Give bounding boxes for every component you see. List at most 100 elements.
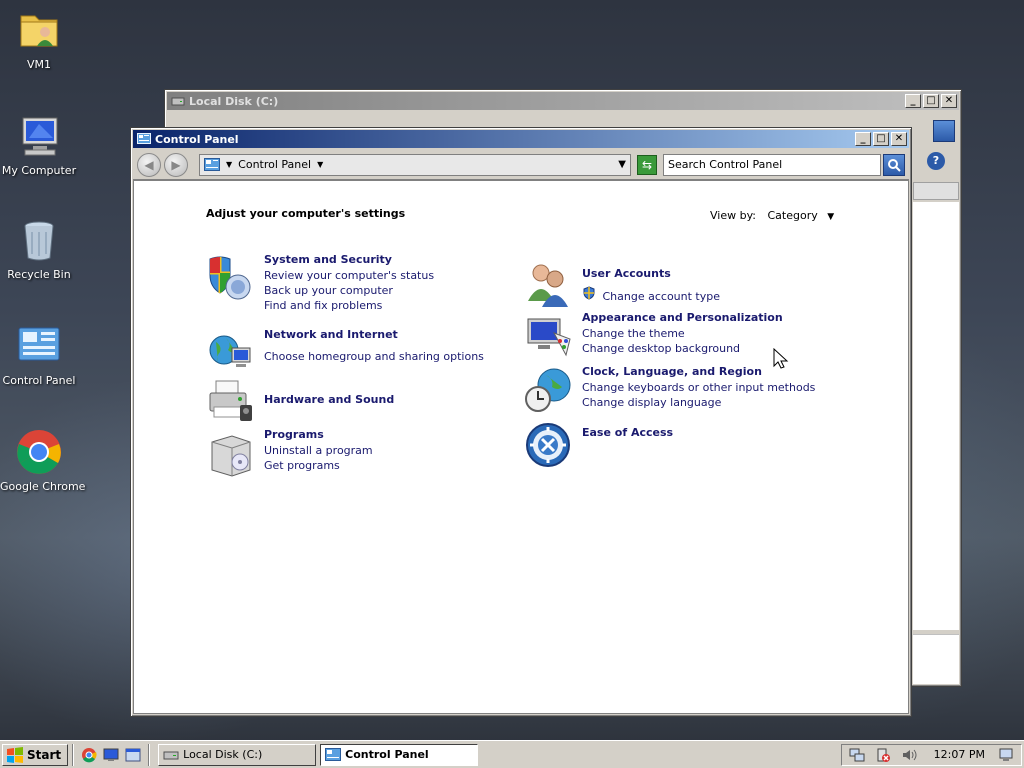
forward-button[interactable]: ▶ — [164, 152, 188, 177]
window-switcher-icon[interactable] — [122, 744, 144, 766]
globe-network-icon[interactable] — [206, 328, 256, 378]
control-panel-icon — [15, 322, 63, 370]
local-disk-titlebar[interactable]: Local Disk (C:) _ □ ✕ — [167, 92, 959, 110]
computer-icon — [15, 112, 63, 160]
category-link[interactable]: Change the theme — [582, 326, 783, 341]
category-title[interactable]: System and Security — [264, 253, 434, 266]
category-user-accounts: User Accounts Change account type — [524, 259, 720, 309]
control-panel-titlebar[interactable]: Control Panel _ □ ✕ — [133, 130, 909, 148]
minimize-button[interactable]: _ — [905, 94, 921, 108]
breadcrumb-item[interactable]: Control Panel — [238, 158, 311, 171]
globe-clock-icon[interactable] — [524, 365, 574, 415]
chevron-down-icon[interactable]: ▼ — [827, 212, 834, 222]
category-title[interactable]: Ease of Access — [582, 426, 673, 439]
category-link[interactable]: Change desktop background — [582, 341, 783, 356]
taskbar-item-local-disk[interactable]: Local Disk (C:) — [158, 743, 317, 766]
file-list-area — [913, 202, 959, 630]
network-icon[interactable] — [848, 746, 866, 764]
address-dropdown-icon[interactable]: ▼ — [618, 159, 626, 170]
taskbar-item-label: Local Disk (C:) — [183, 748, 263, 761]
category-clock-language-and-region: Clock, Language, and Region Change keybo… — [524, 365, 815, 415]
taskbar: Start Local Disk (C:) Control Panel 12:0… — [0, 740, 1024, 768]
desktop-icon-control-panel[interactable]: Control Panel — [0, 322, 78, 387]
show-desktop-icon[interactable] — [997, 746, 1015, 764]
search-placeholder: Search Control Panel — [668, 158, 783, 171]
view-by-value[interactable]: Category — [768, 209, 818, 222]
action-center-icon[interactable] — [874, 746, 892, 764]
desktop-icon-google-chrome[interactable]: Google Chrome — [0, 428, 86, 493]
view-by-selector[interactable]: View by: Category ▼ — [710, 209, 834, 222]
maximize-button[interactable]: □ — [923, 94, 939, 108]
printer-icon[interactable] — [206, 377, 256, 427]
system-tray: 12:07 PM — [840, 743, 1022, 766]
category-hardware-and-sound: Hardware and Sound — [206, 377, 394, 427]
view-by-label: View by: — [710, 209, 756, 222]
category-title[interactable]: Hardware and Sound — [264, 393, 394, 406]
drive-icon — [171, 97, 185, 106]
recycle-bin-icon — [15, 216, 63, 264]
clock[interactable]: 12:07 PM — [934, 748, 985, 761]
back-button[interactable]: ◀ — [137, 152, 161, 177]
desktop-icon-recycle-bin[interactable]: Recycle Bin — [0, 216, 78, 281]
category-link[interactable]: Find and fix problems — [264, 298, 434, 313]
chrome-icon — [15, 428, 63, 476]
volume-icon[interactable] — [900, 746, 918, 764]
search-input[interactable]: Search Control Panel — [663, 153, 881, 176]
category-network-and-internet: Network and Internet Choose homegroup an… — [206, 328, 484, 378]
desktop-icon-label: Google Chrome — [0, 480, 86, 493]
window-title: Control Panel — [155, 132, 239, 146]
ease-of-access-icon[interactable] — [524, 421, 574, 471]
minimize-button[interactable]: _ — [855, 132, 871, 146]
drive-icon — [163, 751, 179, 759]
category-link[interactable]: Choose homegroup and sharing options — [264, 349, 484, 364]
category-title[interactable]: Programs — [264, 428, 373, 441]
desktop-icon-vm1[interactable]: VM1 — [0, 6, 78, 71]
breadcrumb-chevron-icon[interactable]: ▼ — [226, 160, 232, 169]
programs-box-icon[interactable] — [206, 428, 256, 478]
mouse-cursor-icon — [773, 348, 789, 369]
category-system-and-security: System and Security Review your computer… — [206, 253, 434, 313]
desktop-icon-label: VM1 — [26, 58, 51, 71]
page-title: Adjust your computer's settings — [206, 207, 406, 220]
category-title[interactable]: Network and Internet — [264, 328, 484, 341]
help-icon[interactable]: ? — [927, 152, 945, 170]
refresh-icon[interactable]: ⇆ — [637, 154, 657, 175]
windows-flag-icon — [7, 746, 23, 763]
display-palette-icon[interactable] — [524, 311, 574, 361]
category-link[interactable]: Uninstall a program — [264, 443, 373, 458]
category-link[interactable]: Get programs — [264, 458, 373, 473]
show-desktop-icon[interactable] — [100, 744, 122, 766]
control-panel-window[interactable]: Control Panel _ □ ✕ ◀ ▶ ▼ Control Panel … — [130, 127, 912, 717]
shield-icon[interactable] — [206, 253, 256, 303]
search-icon[interactable] — [933, 120, 955, 142]
uac-shield-icon — [583, 286, 595, 300]
category-link[interactable]: Change keyboards or other input methods — [582, 380, 815, 395]
start-label: Start — [27, 747, 62, 762]
maximize-button[interactable]: □ — [873, 132, 889, 146]
desktop-icon-my-computer[interactable]: My Computer — [0, 112, 78, 177]
user-folder-icon — [15, 6, 63, 54]
category-title[interactable]: User Accounts — [582, 267, 720, 280]
close-button[interactable]: ✕ — [891, 132, 907, 146]
category-link[interactable]: Change account type — [582, 286, 720, 304]
desktop-icon-label: Control Panel — [2, 374, 76, 387]
control-panel-icon — [137, 133, 151, 144]
chrome-icon[interactable] — [78, 744, 100, 766]
search-icon[interactable] — [883, 153, 905, 176]
control-panel-content: Adjust your computer's settings View by:… — [133, 180, 909, 714]
category-link[interactable]: Back up your computer — [264, 283, 434, 298]
window-title: Local Disk (C:) — [189, 94, 279, 108]
category-ease-of-access: Ease of Access — [524, 421, 673, 471]
category-programs: Programs Uninstall a program Get program… — [206, 428, 373, 478]
category-title[interactable]: Appearance and Personalization — [582, 311, 783, 324]
address-bar[interactable]: ▼ Control Panel ▼ ▼ — [199, 153, 631, 176]
category-link[interactable]: Change display language — [582, 395, 815, 410]
category-link[interactable]: Review your computer's status — [264, 268, 434, 283]
close-button[interactable]: ✕ — [941, 94, 957, 108]
user-accounts-icon[interactable] — [524, 259, 574, 309]
breadcrumb-chevron-icon[interactable]: ▼ — [317, 160, 323, 169]
category-appearance-and-personalization: Appearance and Personalization Change th… — [524, 311, 783, 361]
start-button[interactable]: Start — [2, 743, 69, 766]
category-link-label: Change account type — [602, 290, 721, 303]
taskbar-item-control-panel[interactable]: Control Panel — [320, 743, 479, 766]
